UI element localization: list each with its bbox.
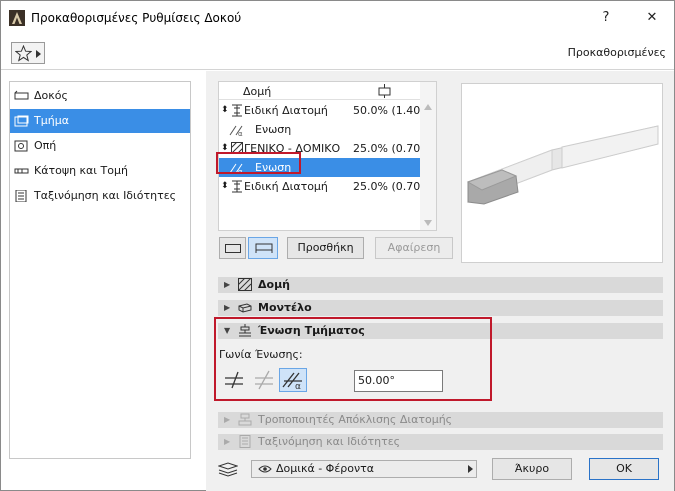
- sidebar: Δοκός Τμήμα Οπή Κάτοψη και Τομή Ταξινόμη…: [9, 81, 191, 459]
- list-scrollbar[interactable]: [420, 82, 436, 230]
- list-item[interactable]: ⬍ Ειδική Διατομή 25.0% (0.700): [219, 177, 435, 196]
- layers-icon: [218, 462, 238, 477]
- eye-icon: [258, 465, 272, 473]
- list-header: Δομή: [219, 82, 421, 100]
- expand-arrow-icon: ▶: [224, 280, 231, 289]
- sidebar-item-label: Ταξινόμηση και Ιδιότητες: [34, 189, 177, 202]
- title-bar: Προκαθορισμένες Ρυθμίσεις Δοκού ? ✕: [1, 1, 674, 35]
- star-icon: [15, 45, 32, 62]
- scroll-down-icon[interactable]: [424, 220, 432, 226]
- plan-view-button[interactable]: [219, 237, 246, 259]
- settings-dialog: Προκαθορισμένες Ρυθμίσεις Δοκού ? ✕ Προκ…: [0, 0, 675, 491]
- classification-icon: [15, 190, 27, 202]
- sidebar-item-label: Δοκός: [34, 89, 68, 102]
- segment-icon: [14, 115, 29, 127]
- reorder-handle-icon[interactable]: ⬍: [221, 177, 229, 196]
- beam-3d-preview-icon: [466, 125, 659, 205]
- expand-arrow-icon: ▶: [224, 303, 231, 312]
- sidebar-item-floor-plan[interactable]: Κάτοψη και Τομή: [10, 159, 190, 183]
- cancel-button[interactable]: Άκυρο: [492, 458, 572, 480]
- joint-icon: α: [229, 125, 243, 136]
- layer-dropdown-value: Δομικά - Φέροντα: [276, 462, 375, 475]
- length-header-icon: [378, 84, 391, 98]
- classification-icon: [239, 435, 251, 448]
- hatch-icon: [238, 278, 252, 291]
- section-structure[interactable]: ▶ Δομή: [218, 277, 663, 293]
- section-view-button[interactable]: [248, 237, 278, 259]
- expand-arrow-icon: ▶: [224, 437, 231, 446]
- sidebar-item-label: Τμήμα: [34, 114, 69, 127]
- section-model[interactable]: ▶ Μοντέλο: [218, 300, 663, 316]
- section-label: Τροποποιητές Απόκλισης Διατομής: [258, 413, 453, 426]
- model-icon: [238, 303, 252, 313]
- ok-button[interactable]: OK: [589, 458, 659, 480]
- sidebar-item-classification[interactable]: Ταξινόμηση και Ιδιότητες: [10, 184, 190, 208]
- svg-text:α: α: [238, 130, 243, 136]
- archicad-logo-icon: [9, 10, 25, 26]
- section-profile-modifiers[interactable]: ▶ Τροποποιητές Απόκλισης Διατομής: [218, 412, 663, 428]
- sidebar-item-beam[interactable]: Δοκός: [10, 84, 190, 108]
- list-item-name: Ενωση: [255, 123, 292, 136]
- list-header-label: Δομή: [243, 85, 272, 98]
- layer-dropdown[interactable]: Δομικά - Φέροντα: [251, 460, 477, 478]
- list-item-name: Ειδική Διατομή: [244, 180, 328, 193]
- profile-modifiers-icon: [238, 413, 252, 426]
- add-button[interactable]: Προσθήκη: [287, 237, 364, 259]
- sidebar-item-hole[interactable]: Οπή: [10, 134, 190, 158]
- joint-row-highlight: [216, 152, 301, 174]
- list-item[interactable]: α Ενωση: [219, 120, 421, 139]
- defaults-label: Προκαθορισμένες: [567, 46, 666, 59]
- hole-icon: [14, 140, 28, 152]
- list-item-name: Ειδική Διατομή: [244, 104, 328, 117]
- joint-section-highlight: [214, 317, 492, 401]
- section-label: Μοντέλο: [258, 301, 312, 314]
- rectangle-view-icon: [225, 244, 241, 253]
- close-button[interactable]: ✕: [637, 7, 667, 29]
- sidebar-item-segment[interactable]: Τμήμα: [10, 109, 190, 133]
- sidebar-item-label: Οπή: [34, 139, 57, 152]
- expand-arrow-icon: ▶: [224, 415, 231, 424]
- section-label: Ταξινόμηση και Ιδιότητες: [258, 435, 401, 448]
- section-classification[interactable]: ▶ Ταξινόμηση και Ιδιότητες: [218, 434, 663, 450]
- beam-preview: [461, 83, 663, 263]
- reorder-handle-icon[interactable]: ⬍: [221, 101, 229, 120]
- remove-button[interactable]: Αφαίρεση: [375, 237, 453, 259]
- section-label: Δομή: [258, 278, 290, 291]
- caret-right-icon: [468, 465, 473, 473]
- caret-right-icon: [36, 50, 41, 58]
- window-title: Προκαθορισμένες Ρυθμίσεις Δοκού: [31, 11, 242, 25]
- floor-plan-icon: [14, 168, 29, 174]
- favorites-button[interactable]: [11, 42, 45, 64]
- sidebar-item-label: Κάτοψη και Τομή: [34, 164, 128, 177]
- help-button[interactable]: ?: [591, 7, 621, 29]
- divider: [1, 69, 674, 70]
- beam-icon: [14, 90, 29, 100]
- section-view-icon: [255, 243, 273, 253]
- list-item[interactable]: ⬍ Ειδική Διατομή 50.0% (1.400): [219, 101, 435, 120]
- scroll-up-icon[interactable]: [424, 104, 432, 110]
